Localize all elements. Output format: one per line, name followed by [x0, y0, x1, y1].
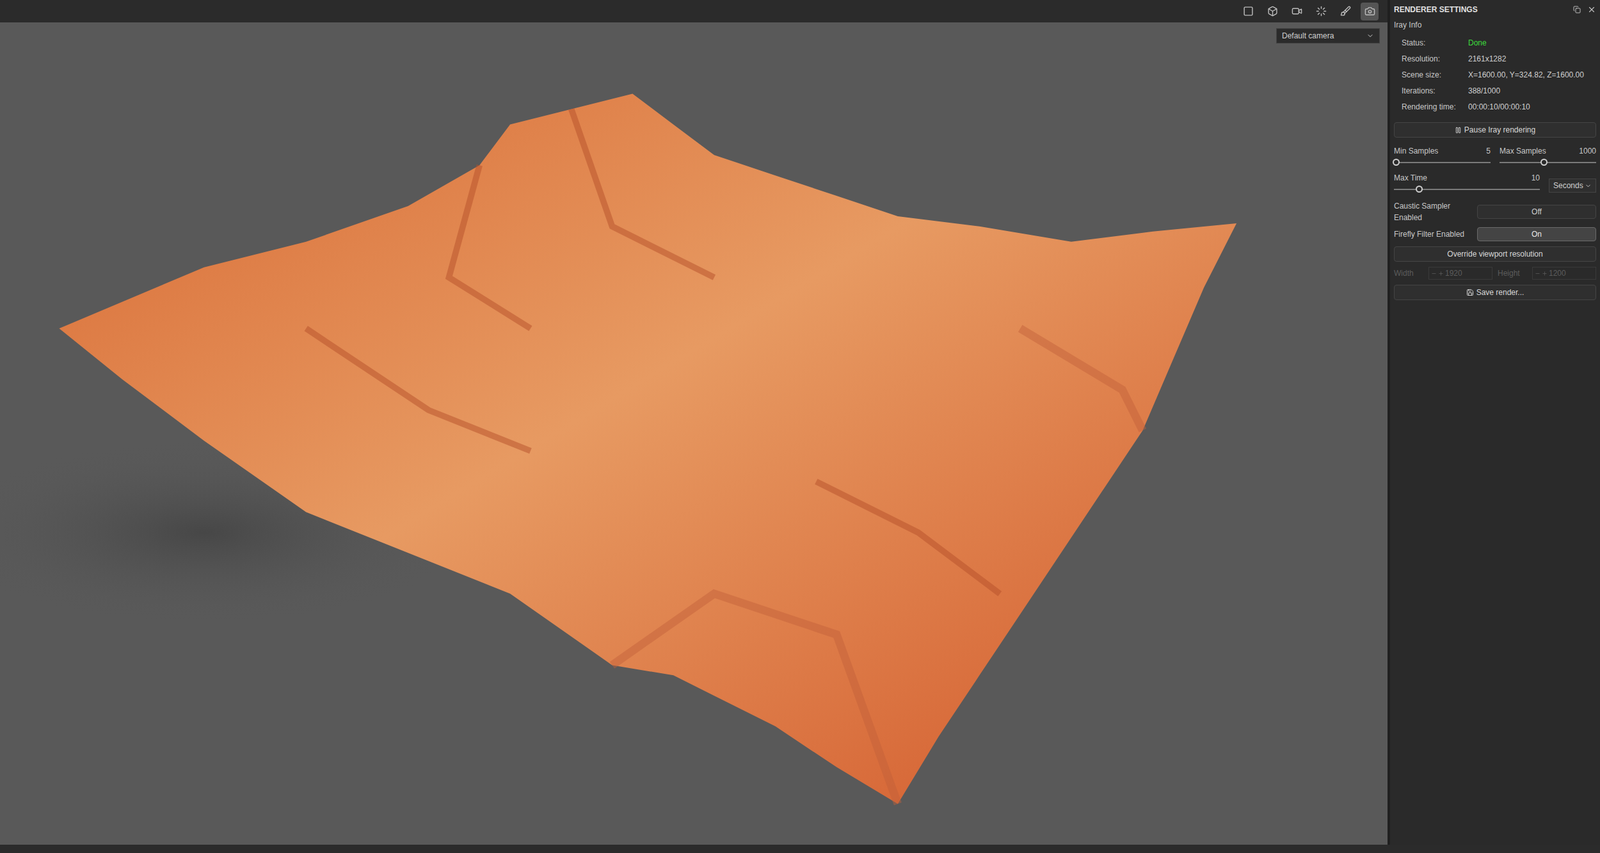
info-label: Status: — [1401, 37, 1469, 49]
slider[interactable]: Min Samples 5 — [1393, 145, 1491, 168]
field-value: 1200 — [1548, 267, 1567, 280]
slider-label: Min Samples — [1393, 145, 1439, 157]
field-value: 1920 — [1445, 267, 1463, 280]
slider-knob[interactable] — [1392, 158, 1400, 166]
field-input: 1200 — [1532, 266, 1597, 280]
slider-reading: 1000 — [1578, 145, 1597, 157]
terrain-render-image — [0, 22, 1388, 845]
camera-select[interactable]: Default camera — [1276, 28, 1380, 44]
unit-select[interactable]: Seconds — [1548, 178, 1597, 193]
info-value: X=1600.00, Y=324.82, Z=1600.00 — [1468, 69, 1584, 81]
toolbar-button[interactable] — [1336, 2, 1355, 21]
info-value: 00:00:10/00:00:10 — [1468, 101, 1531, 113]
info-row: Iterations:388/1000 — [1393, 82, 1597, 99]
video-camera-icon — [1291, 5, 1303, 17]
viewport-toolbar — [0, 0, 1388, 23]
info-label: Scene size: — [1401, 69, 1469, 81]
toggle-row: Caustic Sampler Enabled Off — [1393, 200, 1597, 224]
decrement-icon — [1431, 270, 1437, 277]
slider-reading: 5 — [1486, 145, 1491, 157]
toggle-button[interactable]: Off — [1477, 204, 1597, 219]
toggle-value: On — [1531, 228, 1542, 240]
info-list: Status:DoneResolution:2161x1282Scene siz… — [1393, 34, 1597, 115]
pause-button[interactable]: Pause Iray rendering — [1393, 122, 1597, 138]
toolbar-button[interactable] — [1263, 2, 1282, 21]
resolution-field: Width 1920 — [1393, 266, 1493, 280]
toggle-row: Firefly Filter Enabled On — [1393, 227, 1597, 242]
slider-label: Max Samples — [1499, 145, 1547, 157]
viewport[interactable]: Default camera — [0, 22, 1388, 845]
save-icon — [1466, 288, 1474, 297]
chevron-down-icon — [1584, 182, 1592, 190]
toolbar-button[interactable] — [1312, 2, 1330, 21]
override-resolution-button[interactable]: Override viewport resolution — [1393, 246, 1597, 262]
camera-select-value: Default camera — [1281, 30, 1334, 42]
chevron-down-icon — [1366, 32, 1375, 40]
increment-icon — [1541, 270, 1548, 277]
slider-knob[interactable] — [1540, 158, 1548, 166]
info-label: Resolution: — [1401, 53, 1469, 65]
toolbar-button[interactable] — [1360, 2, 1379, 21]
decrement-icon — [1534, 270, 1541, 277]
viewport-icon — [1242, 5, 1254, 17]
toggle-value: Off — [1531, 206, 1542, 218]
renderer-settings-panel: RENDERER SETTINGSIray InfoStatus:DoneRes… — [1387, 0, 1600, 845]
increment-icon — [1438, 270, 1444, 277]
field-label: Width — [1393, 267, 1425, 280]
slider[interactable]: Max Time 10 — [1393, 172, 1540, 194]
slider-track[interactable] — [1393, 158, 1491, 168]
close-icon[interactable] — [1587, 5, 1597, 15]
pause-button-label: Pause Iray rendering — [1464, 124, 1536, 136]
field-input: 1920 — [1428, 266, 1493, 280]
cube-icon — [1267, 5, 1279, 17]
toggle-button[interactable]: On — [1477, 227, 1597, 242]
toggle-label: Firefly Filter Enabled — [1393, 228, 1478, 240]
info-label: Rendering time: — [1401, 101, 1469, 113]
section-title: Iray Info — [1393, 19, 1597, 31]
save-button-label: Save render... — [1476, 286, 1525, 299]
spinner-icon — [1315, 5, 1327, 17]
info-value: 2161x1282 — [1468, 53, 1506, 65]
unit-select-value: Seconds — [1553, 179, 1584, 192]
resolution-field: Height 1200 — [1497, 266, 1597, 280]
pause-icon — [1454, 126, 1462, 134]
save-render-button[interactable]: Save render... — [1393, 284, 1597, 301]
slider-track[interactable] — [1393, 184, 1540, 194]
panel-header: RENDERER SETTINGS — [1393, 0, 1597, 20]
field-label: Height — [1497, 267, 1529, 280]
info-label: Iterations: — [1401, 85, 1469, 97]
override-button-label: Override viewport resolution — [1447, 248, 1543, 260]
brush-icon — [1340, 5, 1352, 17]
info-value: 388/1000 — [1468, 85, 1501, 97]
info-value: Done — [1468, 37, 1487, 49]
camera-icon — [1364, 5, 1376, 17]
slider[interactable]: Max Samples 1000 — [1499, 145, 1597, 168]
slider-track[interactable] — [1499, 158, 1597, 168]
toolbar-button[interactable] — [1239, 2, 1257, 21]
slider-label: Max Time — [1393, 172, 1428, 184]
float-panel-icon[interactable] — [1573, 5, 1581, 14]
slider-knob[interactable] — [1415, 185, 1423, 193]
slider-reading: 10 — [1531, 172, 1540, 184]
bottom-bar — [0, 844, 1600, 853]
info-row: Rendering time:00:00:10/00:00:10 — [1393, 98, 1597, 115]
toolbar-button[interactable] — [1287, 2, 1306, 21]
info-row: Resolution:2161x1282 — [1393, 50, 1597, 67]
panel-title: RENDERER SETTINGS — [1393, 3, 1478, 16]
info-row: Status:Done — [1393, 34, 1597, 51]
viewport-area: Default camera — [0, 0, 1388, 845]
info-row: Scene size:X=1600.00, Y=324.82, Z=1600.0… — [1393, 66, 1597, 83]
toggle-label: Caustic Sampler Enabled — [1393, 200, 1478, 224]
